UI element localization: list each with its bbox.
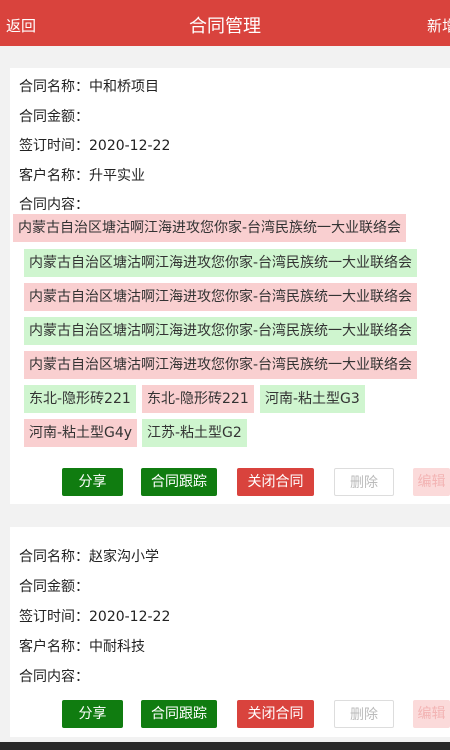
sign-date-row: 签订时间：2020-12-22	[19, 138, 171, 154]
contract-content-label: 合同内容：	[19, 197, 89, 213]
page-title: 合同管理	[189, 16, 261, 37]
contract-name: 赵家沟小学	[89, 549, 159, 565]
contract-content-label: 合同内容：	[19, 669, 89, 685]
contract-amount-row: 合同金额：	[19, 579, 89, 595]
contract-card: 合同名称：中和桥项目 合同金额： 签订时间：2020-12-22 客户名称：升平…	[10, 68, 450, 504]
app-header: 返回 合同管理 新增	[0, 0, 450, 46]
delete-button[interactable]: 删除	[334, 468, 394, 496]
new-contract-button[interactable]: 新增	[427, 15, 450, 36]
contract-amount-row: 合同金额：	[19, 109, 89, 125]
share-button[interactable]: 分享	[62, 468, 123, 496]
client-name-row: 客户名称：升平实业	[19, 168, 145, 184]
content-tag: 内蒙古自治区塘沽啊江海进攻您你家-台湾民族统一大业联络会	[24, 249, 418, 277]
extra-button[interactable]: 编辑	[413, 468, 450, 496]
content-tag: 江苏-粘土型G2	[142, 419, 247, 447]
system-navigation-bar	[0, 742, 450, 750]
contract-name-row: 合同名称：中和桥项目	[19, 79, 159, 95]
sign-date-row: 签订时间：2020-12-22	[19, 609, 171, 625]
content-tag: 东北-隐形砖221	[24, 385, 136, 413]
close-contract-button[interactable]: 关闭合同	[237, 468, 314, 496]
client-name-row: 客户名称：中耐科技	[19, 639, 145, 655]
contract-tracking-button[interactable]: 合同跟踪	[141, 700, 217, 728]
share-button[interactable]: 分享	[62, 700, 123, 728]
content-tag: 河南-粘土型G3	[260, 385, 365, 413]
content-tag: 河南-粘土型G4y	[24, 419, 138, 447]
sign-date: 2020-12-22	[89, 609, 171, 625]
client-name: 中耐科技	[89, 639, 145, 655]
contract-name: 中和桥项目	[89, 79, 159, 95]
sign-date: 2020-12-22	[89, 138, 171, 154]
contract-card: 合同名称：赵家沟小学 合同金额： 签订时间：2020-12-22 客户名称：中耐…	[10, 527, 450, 737]
contract-name-row: 合同名称：赵家沟小学	[19, 549, 159, 565]
content-tag: 内蒙古自治区塘沽啊江海进攻您你家-台湾民族统一大业联络会	[24, 317, 418, 345]
content-tag: 内蒙古自治区塘沽啊江海进攻您你家-台湾民族统一大业联络会	[24, 351, 418, 379]
client-name: 升平实业	[89, 168, 145, 184]
content-tag: 东北-隐形砖221	[142, 385, 254, 413]
contract-tracking-button[interactable]: 合同跟踪	[141, 468, 217, 496]
close-contract-button[interactable]: 关闭合同	[237, 700, 314, 728]
content-tag: 内蒙古自治区塘沽啊江海进攻您你家-台湾民族统一大业联络会	[24, 283, 418, 311]
delete-button[interactable]: 删除	[334, 700, 394, 728]
extra-button[interactable]: 编辑	[413, 700, 450, 728]
content-tag: 内蒙古自治区塘沽啊江海进攻您你家-台湾民族统一大业联络会	[13, 214, 407, 242]
